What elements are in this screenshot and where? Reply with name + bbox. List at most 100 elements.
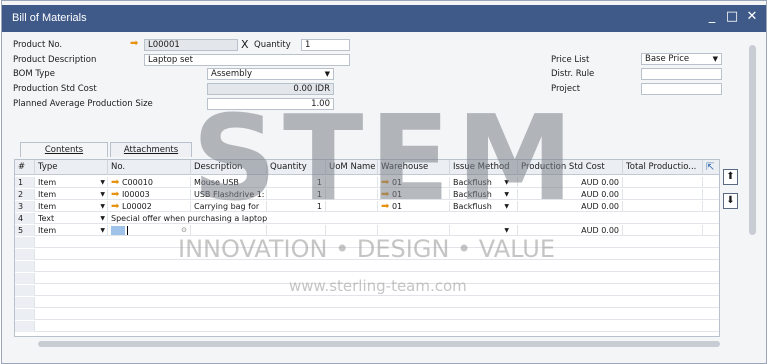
link-arrow-icon[interactable]: ➡	[381, 201, 389, 212]
chevron-down-icon: ▼	[504, 227, 509, 234]
text-line-cell[interactable]: Special offer when purchasing a laptop	[108, 213, 703, 224]
no-cell[interactable]: ➡ I00003	[108, 189, 191, 200]
link-arrow-icon[interactable]: ➡	[381, 189, 389, 200]
warehouse-cell[interactable]	[378, 225, 450, 236]
production-std-cost-cell: AUD 0.00	[518, 225, 623, 236]
expand-columns-icon[interactable]: ⇱	[703, 160, 719, 175]
move-row-up-button[interactable]: ⬆	[723, 169, 738, 185]
quantity-field[interactable]: 1	[301, 39, 350, 51]
table-row[interactable]: 4 Text ▼ Special offer when purchasing a …	[15, 213, 719, 224]
row-number: 1	[15, 177, 35, 188]
link-arrow-icon[interactable]: ➡	[130, 38, 138, 49]
empty-row[interactable]	[15, 273, 719, 284]
quantity-cell[interactable]	[267, 225, 326, 236]
column-header[interactable]: #	[15, 160, 35, 175]
empty-row[interactable]	[15, 285, 719, 296]
production-std-cost-label: Production Std Cost	[13, 84, 97, 94]
link-arrow-icon[interactable]: ➡	[111, 189, 119, 200]
empty-row[interactable]	[15, 261, 719, 272]
title-bar: Bill of Materials _ □ ✕	[2, 5, 766, 32]
no-cell-active[interactable]: ⊙	[108, 225, 191, 236]
tab-contents[interactable]: Contents	[20, 142, 108, 157]
column-header[interactable]: No.	[108, 160, 191, 175]
warehouse-cell[interactable]: ➡ 01	[378, 189, 450, 200]
column-header[interactable]: Warehouse	[378, 160, 450, 175]
table-row[interactable]: 5 Item ▼ ⊙ ▼ AUD 0.00	[15, 225, 719, 236]
window-title: Bill of Materials	[12, 12, 87, 24]
warehouse-cell[interactable]: ➡ 01	[378, 177, 450, 188]
description-cell[interactable]: Mouse USB	[191, 177, 267, 188]
no-cell[interactable]: ➡ C00010	[108, 177, 191, 188]
issue-method-cell[interactable]: ▼	[450, 225, 518, 236]
empty-row[interactable]	[15, 249, 719, 260]
bom-type-dropdown[interactable]: Assembly ▼	[207, 68, 334, 80]
uom-cell[interactable]	[326, 225, 378, 236]
planned-average-field[interactable]: 1.00	[207, 98, 334, 110]
quantity-cell[interactable]: 1	[267, 201, 326, 212]
column-header[interactable]: Production Std Cost	[518, 160, 623, 175]
product-description-field[interactable]: Laptop set	[144, 54, 350, 66]
close-icon[interactable]: ✕	[744, 9, 760, 24]
column-header[interactable]: Description	[191, 160, 267, 175]
column-header[interactable]: Quantity	[267, 160, 326, 175]
price-list-label: Price List	[551, 55, 590, 65]
empty-row[interactable]	[15, 309, 719, 320]
distr-rule-label: Distr. Rule	[551, 69, 595, 79]
quantity-cell[interactable]: 1	[267, 189, 326, 200]
link-arrow-icon[interactable]: ➡	[381, 177, 389, 188]
uom-cell[interactable]	[326, 189, 378, 200]
table-row[interactable]: 2 Item ▼ ➡ I00003 USB Flashdrive 1: 1 ➡ 0…	[15, 189, 719, 200]
search-icon[interactable]: ⊙	[181, 225, 187, 236]
project-field[interactable]	[641, 83, 722, 95]
table-row[interactable]: 3 Item ▼ ➡ L00002 Carrying bag for 1 ➡ 01…	[15, 201, 719, 212]
empty-row[interactable]	[15, 297, 719, 308]
product-no-label: Product No.	[13, 40, 63, 50]
column-header[interactable]: Type	[35, 160, 108, 175]
maximize-icon[interactable]: □	[724, 9, 740, 24]
issue-method-cell[interactable]: Backflush ▼	[450, 189, 518, 200]
row-number: 5	[15, 225, 35, 236]
horizontal-scrollbar[interactable]	[38, 341, 720, 347]
link-arrow-icon[interactable]: ➡	[111, 201, 119, 212]
uom-cell[interactable]	[326, 177, 378, 188]
empty-row[interactable]	[15, 321, 719, 332]
no-cell[interactable]: ➡ L00002	[108, 201, 191, 212]
table-row[interactable]: 1 Item ▼ ➡ C00010 Mouse USB 1 ➡ 01 Backfl…	[15, 177, 719, 188]
link-arrow-icon[interactable]: ➡	[111, 177, 119, 188]
warehouse-cell[interactable]: ➡ 01	[378, 201, 450, 212]
type-cell[interactable]: Item ▼	[35, 177, 108, 188]
quantity-cell[interactable]: 1	[267, 177, 326, 188]
empty-row[interactable]	[15, 237, 719, 248]
total-production-cell	[623, 177, 703, 188]
description-cell[interactable]: Carrying bag for	[191, 201, 267, 212]
product-no-field[interactable]: L00001	[144, 39, 238, 51]
row-number: 3	[15, 201, 35, 212]
issue-method-cell[interactable]: Backflush ▼	[450, 201, 518, 212]
cell-selection	[111, 226, 125, 235]
total-production-cell	[623, 189, 703, 200]
tab-attachments[interactable]: Attachments	[110, 142, 192, 157]
minimize-icon[interactable]: _	[704, 9, 720, 24]
chevron-down-icon: ▼	[504, 191, 509, 198]
description-cell[interactable]	[191, 225, 267, 236]
row-number: 4	[15, 213, 35, 224]
move-row-down-button[interactable]: ⬇	[723, 193, 738, 209]
uom-cell[interactable]	[326, 201, 378, 212]
column-header[interactable]: UoM Name	[326, 160, 378, 175]
quantity-label: Quantity	[254, 40, 291, 50]
price-list-value: Base Price	[645, 54, 690, 64]
type-cell[interactable]: Item ▼	[35, 189, 108, 200]
description-cell[interactable]: USB Flashdrive 1:	[191, 189, 267, 200]
issue-method-cell[interactable]: Backflush ▼	[450, 177, 518, 188]
x-separator: X	[241, 38, 249, 51]
type-cell[interactable]: Text ▼	[35, 213, 108, 224]
vertical-scrollbar[interactable]	[749, 45, 756, 235]
grid-header: # Type No. Description Quantity UoM Name…	[15, 160, 719, 175]
distr-rule-field[interactable]	[641, 68, 722, 80]
column-header[interactable]: Total Productio...	[623, 160, 703, 175]
price-list-dropdown[interactable]: Base Price ▼	[641, 53, 722, 65]
type-cell[interactable]: Item ▼	[35, 225, 108, 236]
chevron-down-icon: ▼	[100, 203, 105, 210]
type-cell[interactable]: Item ▼	[35, 201, 108, 212]
column-header[interactable]: Issue Method	[450, 160, 518, 175]
